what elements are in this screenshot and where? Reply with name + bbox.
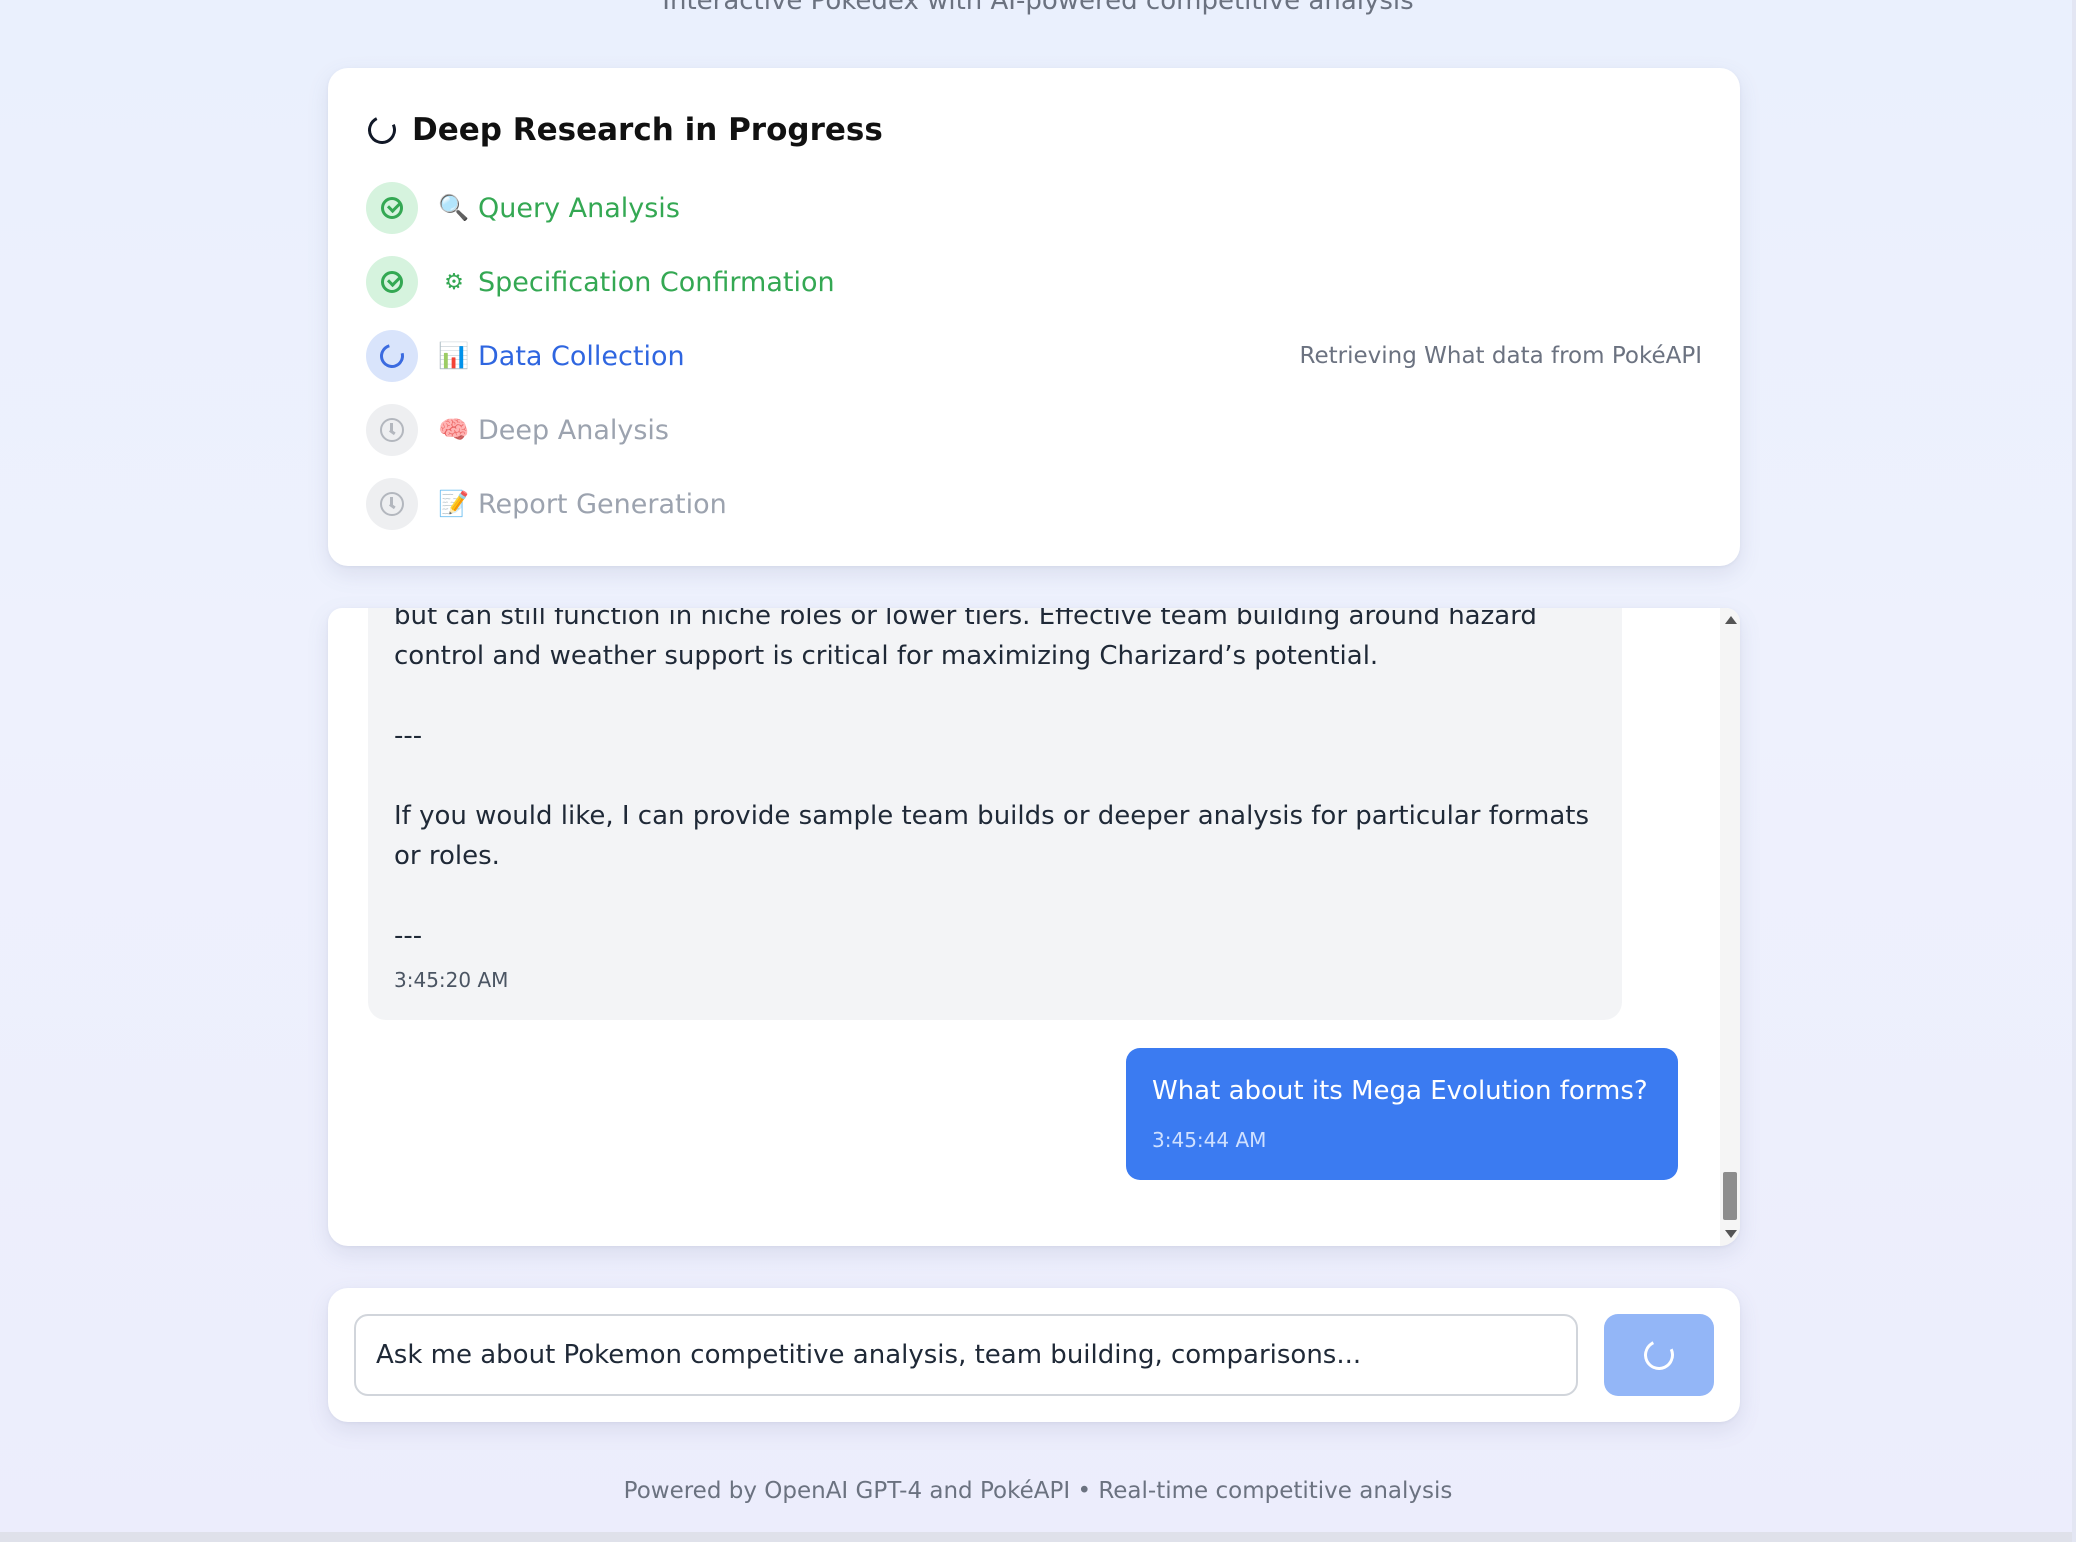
step-label: Query Analysis [478, 192, 680, 224]
assistant-message-text: but can still function in niche roles or… [394, 608, 1604, 996]
assistant-paragraph: If you would like, I can provide sample … [394, 801, 1590, 871]
step-query-analysis: 🔍 Query Analysis [366, 182, 1702, 234]
scroll-down-arrow-icon[interactable] [1725, 1230, 1737, 1238]
scroll-up-arrow-icon[interactable] [1725, 616, 1737, 624]
assistant-message-timestamp: 3:45:20 AM [394, 968, 509, 992]
page-subtitle: Interactive Pokedex with AI-powered comp… [662, 0, 1414, 16]
check-circle-icon [381, 271, 403, 293]
send-button[interactable] [1604, 1314, 1714, 1396]
gear-icon: ⚙ [444, 269, 464, 295]
user-message: What about its Mega Evolution forms? 3:4… [1126, 1048, 1678, 1180]
loading-spinner-icon [1639, 1335, 1679, 1375]
chat-scrollbar[interactable] [1720, 608, 1740, 1246]
assistant-divider: --- [394, 721, 423, 751]
clock-icon [380, 492, 404, 516]
step-done-badge [366, 256, 418, 308]
chat-input-panel [328, 1288, 1740, 1422]
step-done-badge [366, 182, 418, 234]
user-message-text: What about its Mega Evolution forms? [1152, 1076, 1648, 1106]
assistant-paragraph: but can still function in niche roles or… [394, 608, 1537, 671]
window-right-edge [2072, 0, 2076, 1542]
step-pending-badge [366, 478, 418, 530]
step-report-generation: 📝 Report Generation [366, 478, 1702, 530]
step-label: Report Generation [478, 488, 727, 520]
loading-spinner-icon [364, 112, 400, 148]
footer-text: Powered by OpenAI GPT-4 and PokéAPI • Re… [623, 1478, 1453, 1504]
step-pending-badge [366, 404, 418, 456]
step-deep-analysis: 🧠 Deep Analysis [366, 404, 1702, 456]
step-data-collection: 📊 Data Collection Retrieving What data f… [366, 330, 1702, 382]
assistant-message: but can still function in niche roles or… [368, 608, 1622, 1020]
check-circle-icon [381, 197, 403, 219]
chat-messages-panel[interactable]: but can still function in niche roles or… [328, 608, 1740, 1246]
research-title-row: Deep Research in Progress [364, 112, 883, 148]
research-title: Deep Research in Progress [412, 112, 883, 148]
magnifier-icon: 🔍 [438, 193, 470, 222]
step-specification-confirmation: ⚙ Specification Confirmation [366, 256, 1702, 308]
chat-input[interactable] [354, 1314, 1578, 1396]
loading-spinner-icon [375, 339, 409, 373]
bar-chart-icon: 📊 [438, 341, 470, 370]
step-active-badge [366, 330, 418, 382]
window-bottom-edge [0, 1532, 2076, 1542]
research-progress-panel: Deep Research in Progress 🔍 Query Analys… [328, 68, 1740, 566]
scrollbar-thumb[interactable] [1723, 1172, 1737, 1220]
brain-icon: 🧠 [438, 415, 470, 444]
clock-icon [380, 418, 404, 442]
step-label: Specification Confirmation [478, 266, 835, 298]
step-label: Deep Analysis [478, 414, 669, 446]
step-label: Data Collection [478, 340, 685, 372]
assistant-divider: --- [394, 921, 423, 951]
memo-icon: 📝 [438, 489, 470, 518]
step-status-text: Retrieving What data from PokéAPI [1299, 343, 1702, 369]
user-message-timestamp: 3:45:44 AM [1152, 1128, 1267, 1152]
